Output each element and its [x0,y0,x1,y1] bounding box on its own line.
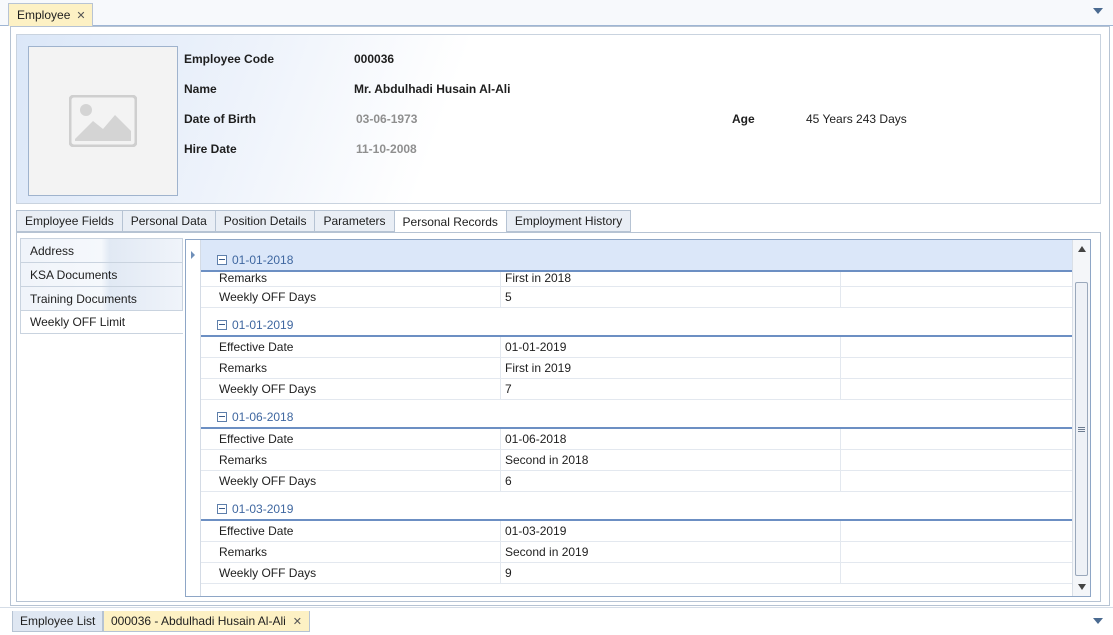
employee-code-label: Employee Code [184,52,275,66]
field-value[interactable]: 6 [501,471,841,491]
document-tab-strip: Employee ✕ [0,0,1113,26]
field-name: Weekly OFF Days [201,471,501,491]
image-placeholder-icon [69,95,137,147]
employee-header: Employee Code 000036 Name Mr. Abdulhadi … [16,34,1101,204]
field-name: Weekly OFF Days [201,287,501,307]
group-header[interactable]: 01-03-2019 [201,492,1073,521]
hire-date-value: 11-10-2008 [356,142,417,156]
collapse-icon[interactable] [217,504,227,514]
field-value[interactable]: First in 2019 [501,358,841,378]
field-value[interactable]: First in 2018 [501,271,841,286]
weekly-off-limit-grid[interactable]: 01-01-2018 Remarks First in 2018 Weekly … [185,239,1091,597]
field-name: Effective Date [201,337,501,357]
group-header[interactable]: 01-01-2018 [201,240,1073,272]
employee-code-value: 000036 [354,52,395,66]
group-header[interactable]: 01-06-2018 [201,400,1073,429]
tab-parameters[interactable]: Parameters [314,210,394,232]
field-name: Effective Date [201,429,501,449]
chevron-down-icon[interactable] [1093,8,1103,14]
age-value: 45 Years 243 Days [806,112,907,126]
personal-records-panel: Address KSA Documents Training Documents… [16,232,1101,602]
date-of-birth-value: 03-06-1973 [356,112,418,126]
group-header[interactable]: 01-01-2019 [201,308,1073,337]
name-label: Name [184,82,217,96]
table-row[interactable]: Remarks Second in 2018 [201,450,1073,471]
field-name: Remarks [201,358,501,378]
grip-icon [1078,427,1085,432]
field-name: Remarks [201,271,501,286]
vertical-scrollbar[interactable] [1072,240,1090,596]
close-icon[interactable]: ✕ [76,9,85,22]
table-row[interactable]: Remarks Second in 2019 [201,542,1073,563]
table-row[interactable]: Remarks First in 2019 [201,358,1073,379]
chevron-down-icon[interactable] [1093,618,1103,624]
group-title: 01-03-2019 [232,502,294,516]
field-name: Effective Date [201,521,501,541]
field-name: Remarks [201,450,501,470]
field-value[interactable]: 9 [501,563,841,583]
tab-employee-list-label: Employee List [20,614,96,628]
tab-personal-records[interactable]: Personal Records [393,210,506,233]
group-title: 01-01-2019 [232,318,294,332]
table-row[interactable]: Effective Date 01-06-2018 [201,429,1073,450]
collapse-icon[interactable] [217,320,227,330]
group-title: 01-06-2018 [232,410,294,424]
records-nav: Address KSA Documents Training Documents… [20,238,183,334]
scroll-up-icon[interactable] [1078,246,1086,252]
table-row[interactable]: Weekly OFF Days 6 [201,471,1073,492]
tab-employee-list[interactable]: Employee List [12,611,104,632]
table-row[interactable]: Weekly OFF Days 9 [201,563,1073,584]
collapse-icon[interactable] [217,412,227,422]
employee-form: Employee Code 000036 Name Mr. Abdulhadi … [10,26,1110,606]
field-name: Remarks [201,542,501,562]
table-row[interactable]: Remarks First in 2018 [201,271,1073,287]
close-icon[interactable]: ✕ [293,615,302,628]
field-value[interactable]: Second in 2019 [501,542,841,562]
tab-employment-history[interactable]: Employment History [505,210,632,232]
field-value[interactable]: 01-06-2018 [501,429,841,449]
field-name: Weekly OFF Days [201,379,501,399]
employee-photo[interactable] [28,46,178,196]
field-name: Weekly OFF Days [201,563,501,583]
table-row[interactable]: Weekly OFF Days 5 [201,287,1073,308]
tab-employee-label: Employee [17,8,71,22]
row-pointer-icon [191,251,195,259]
grid-rows: 01-01-2018 Remarks First in 2018 Weekly … [201,240,1073,584]
nav-item-weekly-off-limit[interactable]: Weekly OFF Limit [20,310,183,334]
nav-item-ksa-documents[interactable]: KSA Documents [20,262,183,286]
field-value[interactable]: 01-01-2019 [501,337,841,357]
age-label: Age [732,112,755,126]
nav-item-training-documents[interactable]: Training Documents [20,286,183,310]
table-row[interactable]: Weekly OFF Days 7 [201,379,1073,400]
collapse-icon[interactable] [217,255,227,265]
row-indicator-column [186,240,201,596]
field-value[interactable]: 5 [501,287,841,307]
tab-employee[interactable]: Employee ✕ [8,3,93,26]
scroll-thumb[interactable] [1075,282,1088,576]
tab-employee-record[interactable]: 000036 - Abdulhadi Husain Al-Ali ✕ [103,611,311,632]
date-of-birth-label: Date of Birth [184,112,256,126]
field-value[interactable]: Second in 2018 [501,450,841,470]
tab-employee-record-label: 000036 - Abdulhadi Husain Al-Ali [111,614,286,628]
nav-item-address[interactable]: Address [20,238,183,262]
group-title: 01-01-2018 [232,253,294,267]
hire-date-label: Hire Date [184,142,237,156]
table-row[interactable]: Effective Date 01-03-2019 [201,521,1073,542]
tab-personal-data[interactable]: Personal Data [121,210,215,232]
bottom-tab-strip: Employee List 000036 - Abdulhadi Husain … [0,607,1113,635]
scroll-down-icon[interactable] [1078,584,1086,590]
name-value: Mr. Abdulhadi Husain Al-Ali [354,82,511,96]
field-value[interactable]: 7 [501,379,841,399]
field-value[interactable]: 01-03-2019 [501,521,841,541]
tab-position-details[interactable]: Position Details [214,210,315,232]
tab-employee-fields[interactable]: Employee Fields [16,210,122,232]
main-tabs: Employee Fields Personal Data Position D… [16,210,632,233]
table-row[interactable]: Effective Date 01-01-2019 [201,337,1073,358]
